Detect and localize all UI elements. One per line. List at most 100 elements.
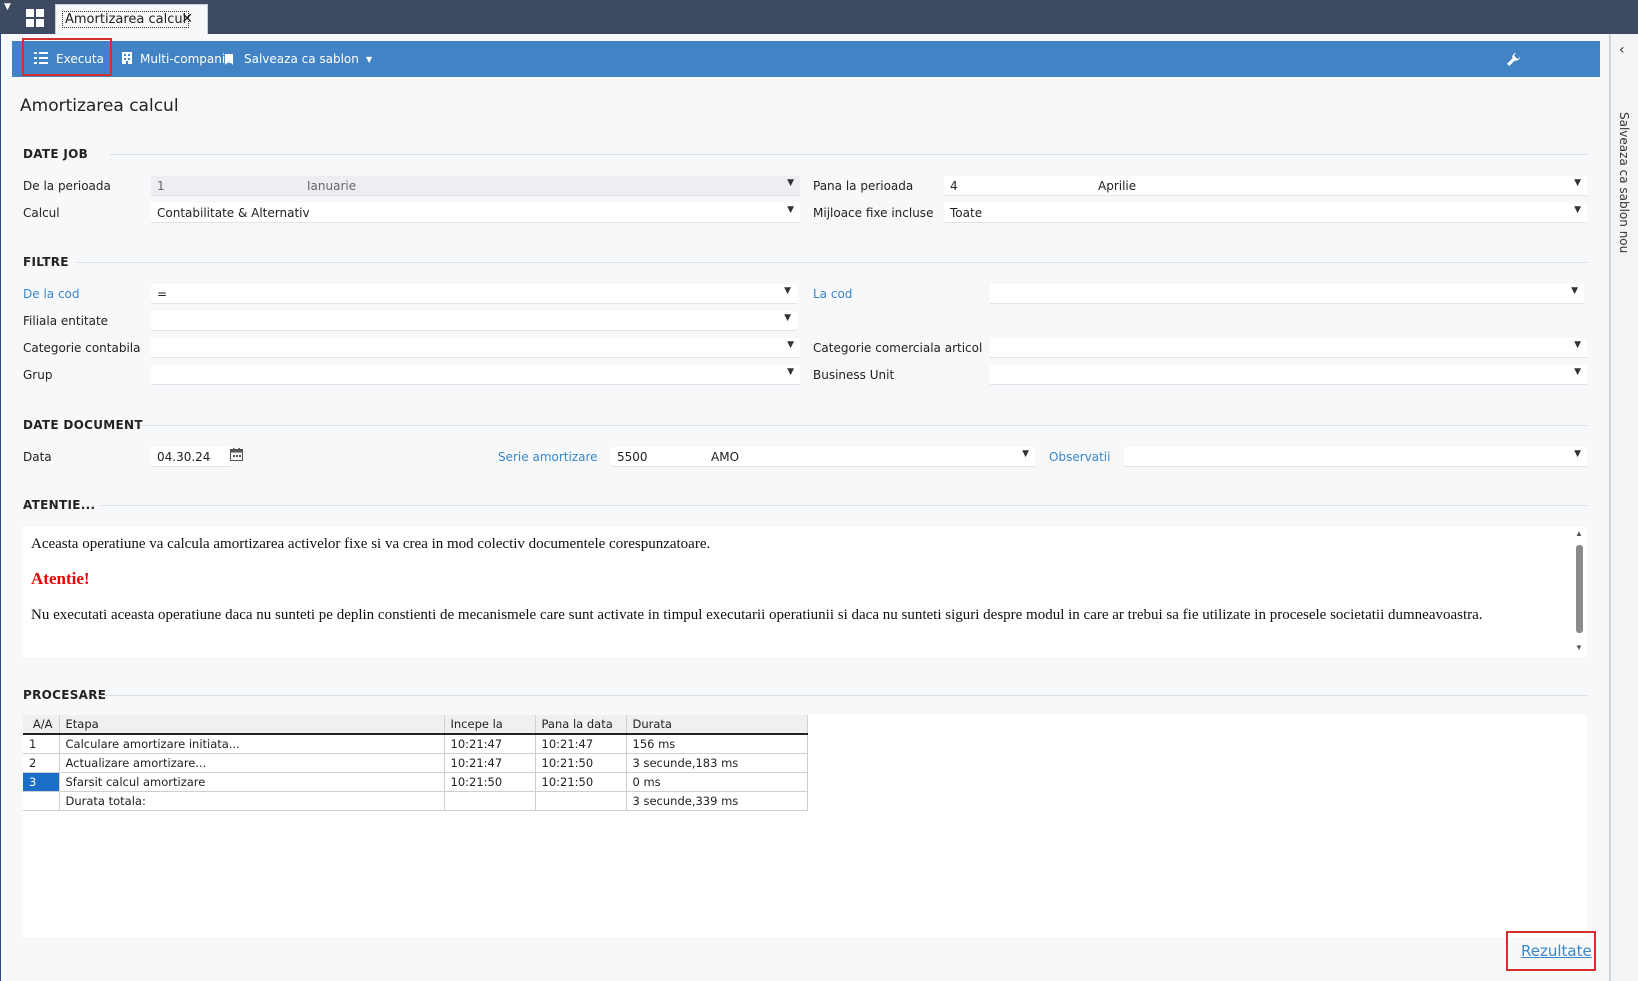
cell-durata: 3 secunde,339 ms bbox=[626, 791, 808, 811]
de-la-perioada-value: 1 bbox=[157, 179, 165, 193]
cell-incepe-la: 10:21:47 bbox=[444, 734, 536, 754]
chevron-down-icon: ▼ bbox=[1574, 340, 1581, 350]
observatii-select[interactable]: ▼ bbox=[1124, 447, 1587, 467]
serie-amortizare-select[interactable]: 5500 AMO ▼ bbox=[611, 447, 1035, 467]
multi-company-button[interactable]: Multi-companie bbox=[122, 41, 233, 77]
attention-panel: Aceasta operatiune va calcula amortizare… bbox=[23, 527, 1587, 657]
scroll-up-icon[interactable]: ▲ bbox=[1575, 529, 1583, 538]
col-header-etapa: Etapa bbox=[59, 715, 445, 735]
right-rail: ‹ Salveaza ca sablon nou bbox=[1610, 34, 1638, 981]
cell-aa: 1 bbox=[23, 734, 60, 754]
cell-incepe-la bbox=[444, 791, 536, 811]
cell-incepe-la: 10:21:47 bbox=[444, 753, 536, 773]
attention-scrollbar[interactable]: ▲ ▼ bbox=[1573, 527, 1587, 657]
calcul-select[interactable]: Contabilitate & Alternativ ▼ bbox=[151, 203, 800, 223]
cell-etapa: Calculare amortizare initiata... bbox=[59, 734, 445, 754]
serie-amortizare-value: 5500 bbox=[617, 450, 648, 464]
cell-pana-la-data: 10:21:50 bbox=[535, 772, 627, 792]
divider bbox=[98, 695, 1588, 696]
scroll-down-icon[interactable]: ▼ bbox=[1575, 643, 1583, 652]
right-rail-save-template[interactable]: Salveaza ca sablon nou bbox=[1617, 112, 1631, 253]
business-unit-select[interactable]: ▼ bbox=[990, 365, 1587, 385]
chevron-down-icon: ▼ bbox=[784, 286, 791, 296]
table-row[interactable]: 3 Sfarsit calcul amortizare 10:21:50 10:… bbox=[23, 772, 808, 792]
label-categorie-comerciala: Categorie comerciala articol bbox=[813, 341, 983, 355]
categorie-comerciala-select[interactable]: ▼ bbox=[990, 338, 1587, 358]
cell-durata: 0 ms bbox=[626, 772, 808, 792]
filiala-entitate-select[interactable]: ▼ bbox=[151, 311, 797, 331]
table-row[interactable]: 1 Calculare amortizare initiata... 10:21… bbox=[23, 734, 808, 754]
de-la-perioada-name: Ianuarie bbox=[307, 179, 357, 193]
table-row[interactable]: 2 Actualizare amortizare... 10:21:47 10:… bbox=[23, 753, 808, 773]
grup-select[interactable]: ▼ bbox=[151, 365, 800, 385]
wrench-icon[interactable] bbox=[1507, 41, 1520, 77]
data-input[interactable]: 04.30.24 bbox=[151, 447, 231, 467]
col-header-incepe-la: Incepe la bbox=[444, 715, 536, 735]
label-categorie-contabila: Categorie contabila bbox=[23, 341, 141, 355]
save-template-button[interactable]: Salveaza ca sablon no bbox=[244, 41, 359, 77]
label-data: Data bbox=[23, 450, 52, 464]
chevron-down-icon: ▼ bbox=[1574, 449, 1581, 459]
tab-amortizarea-calcul[interactable]: Amortizarea calcul ✕ bbox=[55, 4, 208, 34]
col-header-durata: Durata bbox=[626, 715, 808, 735]
cell-etapa: Durata totala: bbox=[59, 791, 445, 811]
divider bbox=[110, 154, 1588, 155]
scroll-thumb[interactable] bbox=[1576, 545, 1583, 633]
label-de-la-perioada: De la perioada bbox=[23, 179, 111, 193]
attention-line1: Aceasta operatiune va calcula amortizare… bbox=[31, 536, 711, 552]
divider bbox=[140, 425, 1588, 426]
chevron-down-icon: ▼ bbox=[787, 205, 794, 215]
divider bbox=[100, 505, 1588, 506]
categorie-contabila-select[interactable]: ▼ bbox=[151, 338, 800, 358]
save-template-dropdown-icon[interactable]: ▼ bbox=[366, 41, 372, 77]
la-cod-select[interactable]: ▼ bbox=[990, 284, 1584, 304]
pana-la-perioada-name: Aprilie bbox=[1098, 179, 1137, 193]
attention-warning: Atentie! bbox=[31, 569, 90, 588]
chevron-down-icon: ▼ bbox=[1571, 286, 1578, 296]
attention-line2: Nu executati aceasta operatiune daca nu … bbox=[31, 607, 1483, 623]
label-filiala-entitate: Filiala entitate bbox=[23, 314, 109, 328]
results-highlight bbox=[1506, 931, 1596, 971]
cell-pana-la-data: 10:21:47 bbox=[535, 734, 627, 754]
menu-arrow-icon[interactable]: ▼ bbox=[4, 2, 11, 12]
pana-la-perioada-value: 4 bbox=[950, 179, 958, 193]
cell-etapa: Actualizare amortizare... bbox=[59, 753, 445, 773]
cell-aa bbox=[23, 791, 60, 811]
chevron-down-icon: ▼ bbox=[1022, 449, 1029, 459]
section-procesare: PROCESARE bbox=[23, 688, 107, 702]
bookmark-icon[interactable] bbox=[225, 41, 233, 77]
cell-etapa: Sfarsit calcul amortizare bbox=[59, 772, 445, 792]
chevron-left-icon[interactable]: ‹ bbox=[1619, 42, 1625, 58]
cell-pana-la-data: 10:21:50 bbox=[535, 753, 627, 773]
section-filtre: FILTRE bbox=[23, 255, 69, 269]
divider bbox=[76, 262, 1588, 263]
section-date-document: DATE DOCUMENT bbox=[23, 418, 143, 432]
label-observatii[interactable]: Observatii bbox=[1049, 450, 1110, 464]
mijloace-fixe-select[interactable]: Toate ▼ bbox=[944, 203, 1587, 223]
table-row-total[interactable]: Durata totala: 3 secunde,339 ms bbox=[23, 791, 808, 811]
col-header-pana-la-data: Pana la data bbox=[535, 715, 627, 735]
multi-company-label: Multi-companie bbox=[140, 52, 233, 66]
label-calcul: Calcul bbox=[23, 206, 60, 220]
cell-aa: 2 bbox=[23, 753, 60, 773]
label-mijloace-fixe: Mijloace fixe incluse bbox=[813, 206, 934, 220]
label-serie-amortizare[interactable]: Serie amortizare bbox=[498, 450, 598, 464]
calendar-icon[interactable] bbox=[230, 448, 243, 464]
close-tab-icon[interactable]: ✕ bbox=[181, 11, 193, 27]
label-de-la-cod[interactable]: De la cod bbox=[23, 287, 80, 301]
processing-panel: A/A Etapa Incepe la Pana la data Durata … bbox=[23, 715, 1587, 937]
pana-la-perioada-select[interactable]: 4 Aprilie ▼ bbox=[944, 176, 1587, 196]
de-la-cod-select[interactable]: = ▼ bbox=[151, 284, 797, 304]
table-header-row: A/A Etapa Incepe la Pana la data Durata bbox=[23, 715, 808, 735]
top-bar: ▼ Amortizarea calcul ✕ bbox=[0, 0, 1638, 34]
calcul-value: Contabilitate & Alternativ bbox=[157, 206, 310, 220]
label-la-cod[interactable]: La cod bbox=[813, 287, 852, 301]
execute-highlight bbox=[22, 38, 112, 76]
mijloace-fixe-value: Toate bbox=[950, 206, 983, 220]
apps-grid-icon[interactable] bbox=[26, 9, 44, 27]
label-business-unit: Business Unit bbox=[813, 368, 895, 382]
cell-pana-la-data bbox=[535, 791, 627, 811]
de-la-perioada-select[interactable]: 1 Ianuarie ▼ bbox=[151, 176, 800, 196]
data-value: 04.30.24 bbox=[157, 450, 211, 464]
chevron-down-icon: ▼ bbox=[1574, 178, 1581, 188]
